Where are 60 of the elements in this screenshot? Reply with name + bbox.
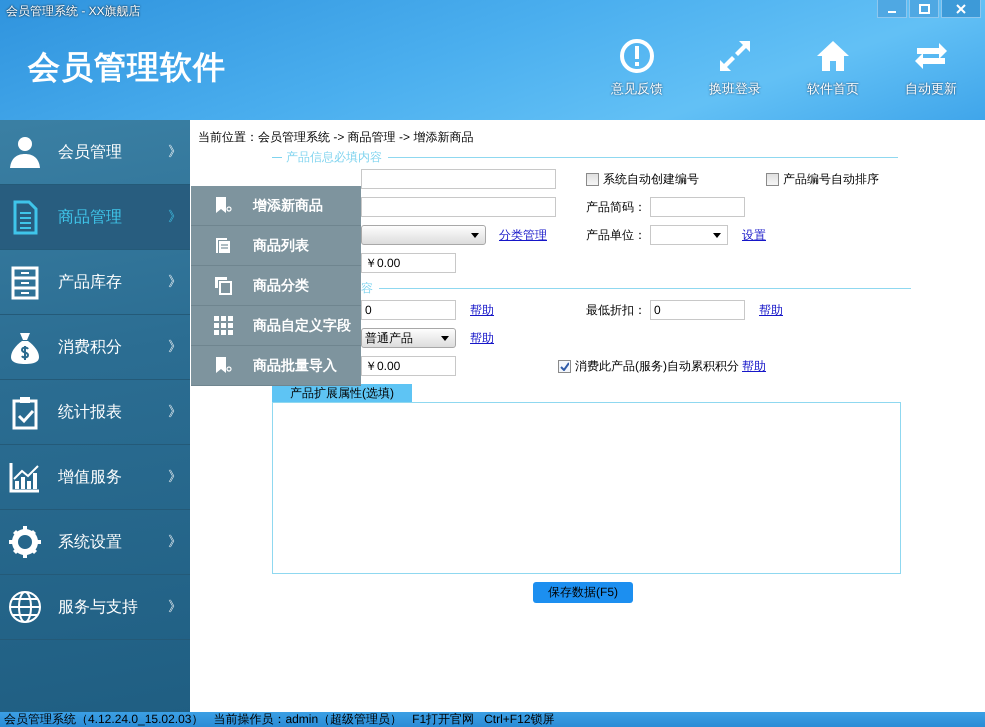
input-field[interactable]: 0 <box>650 300 745 320</box>
input-field[interactable]: 0 <box>361 300 456 320</box>
sidebar-item[interactable]: 增值服务 》 <box>0 445 190 510</box>
input-field[interactable] <box>650 197 745 217</box>
alert-icon <box>619 38 655 74</box>
status-text: 会员管理系统（4.12.24.0_15.02.03） <box>4 711 204 727</box>
field-label: 最低折扣： <box>586 302 647 318</box>
close-icon <box>956 4 966 14</box>
extension-tab[interactable]: 产品扩展属性(选填) <box>272 384 412 402</box>
dropdown[interactable] <box>650 225 728 245</box>
input-field[interactable] <box>361 169 556 189</box>
field-label: 产品简码： <box>586 198 647 216</box>
help-link[interactable]: 分类管理 <box>499 226 547 244</box>
minimize-icon <box>888 11 896 13</box>
dropdown[interactable] <box>361 225 486 245</box>
help-link[interactable]: 帮助 <box>759 302 783 318</box>
status-text: 当前操作员：admin（超级管理员） <box>213 711 402 727</box>
minimize-button[interactable] <box>877 0 907 18</box>
maximize-icon <box>918 4 930 14</box>
checkbox[interactable]: 消费此产品(服务)自动累积积分 <box>558 358 742 374</box>
sidebar-item[interactable]: 系统设置 》 <box>0 510 190 575</box>
home-icon <box>815 38 851 74</box>
status-text: F1打开官网 <box>412 711 474 727</box>
sidebar-item[interactable]: 消费积分 》 <box>0 315 190 380</box>
gear-icon <box>7 524 43 560</box>
checkbox[interactable]: 产品编号自动排序 <box>766 170 879 188</box>
grid-icon <box>213 315 234 336</box>
caret-icon <box>713 232 721 238</box>
window-title: 会员管理系统 - XX旗舰店 <box>5 3 141 20</box>
caret-icon <box>441 336 449 340</box>
breadcrumb: 当前位置：会员管理系统 -> 商品管理 -> 增添新商品 <box>198 129 474 146</box>
sidebar-item[interactable]: 产品库存 》 <box>0 250 190 315</box>
help-link[interactable]: 帮助 <box>470 330 494 346</box>
section-legend: 容 <box>361 280 373 296</box>
sidebar-item[interactable]: 统计报表 》 <box>0 380 190 445</box>
check-icon <box>560 362 569 370</box>
globe-icon <box>7 589 43 625</box>
help-link[interactable]: 设置 <box>742 226 766 244</box>
status-text: Ctrl+F12锁屏 <box>484 711 554 727</box>
windows-icon <box>213 275 234 296</box>
maximize-button[interactable] <box>909 0 939 18</box>
bookmark-icon <box>213 195 234 216</box>
save-button[interactable]: 保存数据(F5) <box>533 582 633 603</box>
help-link[interactable]: 帮助 <box>470 302 494 318</box>
bookmark-icon <box>213 355 234 376</box>
expand-arrows-icon <box>717 38 753 74</box>
section-legend: 产品信息必填内容 <box>286 148 382 166</box>
caret-icon <box>471 232 479 238</box>
input-field[interactable] <box>361 197 556 217</box>
person-icon <box>7 134 43 170</box>
app-title: 会员管理软件 <box>26 48 226 87</box>
help-link[interactable]: 帮助 <box>742 358 766 374</box>
field-label: 产品单位： <box>586 226 647 244</box>
input-field[interactable]: ￥0.00 <box>361 253 456 273</box>
input-field[interactable]: ￥0.00 <box>361 356 456 376</box>
sidebar-item[interactable]: 服务与支持 》 <box>0 575 190 640</box>
checkbox[interactable]: 系统自动创建编号 <box>586 170 699 188</box>
sidebar-item[interactable]: 商品管理 》 <box>0 185 190 250</box>
dropdown[interactable]: 普通产品 <box>361 328 456 348</box>
close-button[interactable] <box>941 0 981 18</box>
